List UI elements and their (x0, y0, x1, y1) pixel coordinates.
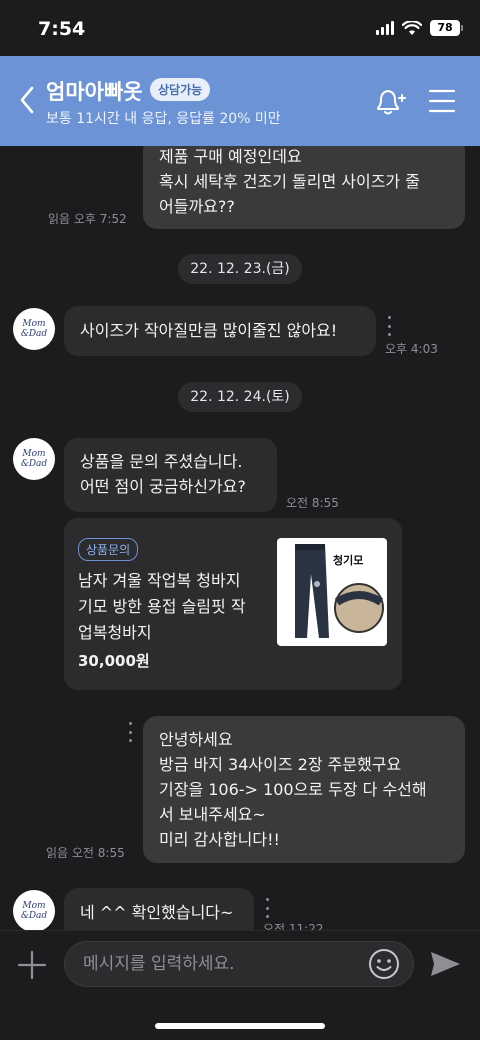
avatar[interactable]: Mom &Dad (13, 438, 55, 480)
product-name-line: 기모 방한 용접 슬림핏 작 (78, 597, 246, 616)
product-name-line: 남자 겨울 작업복 청바지 (78, 571, 241, 590)
message-bubble-outgoing[interactable]: 제품 구매 예정인데요 혹시 세탁후 건조기 돌리면 사이즈가 줄 어들까요?? (143, 146, 465, 229)
product-price: 30,000원 (78, 652, 150, 670)
status-time: 7:54 (38, 18, 86, 40)
send-icon[interactable] (428, 949, 462, 979)
product-name: 남자 겨울 작업복 청바지 기모 방한 용접 슬림핏 작 업복청바지 (78, 568, 264, 646)
status-badge: 상담가능 (150, 78, 211, 101)
shop-name[interactable]: 엄마아빠옷 (46, 76, 143, 106)
back-icon[interactable] (14, 82, 42, 118)
avatar[interactable]: Mom &Dad (13, 890, 55, 930)
date-divider: 22. 12. 23.(금) (178, 254, 302, 284)
date-divider: 22. 12. 24.(토) (178, 382, 302, 412)
message-input-bar (0, 930, 480, 1040)
message-input[interactable] (64, 941, 414, 987)
emoji-icon[interactable] (368, 948, 400, 980)
avatar-text: Mom (22, 449, 46, 459)
more-options-icon[interactable] (385, 316, 393, 336)
message-bubble-incoming[interactable]: 상품을 문의 주셨습니다. 어떤 점이 궁금하신가요? (64, 438, 277, 512)
plus-icon[interactable] (16, 949, 48, 981)
avatar[interactable]: Mom &Dad (13, 308, 55, 350)
message-line: 어들까요?? (159, 197, 235, 216)
more-options-icon[interactable] (263, 898, 271, 918)
message-meta: 읽음 오전 8:55 (46, 846, 125, 860)
notification-add-icon[interactable] (372, 86, 406, 118)
avatar-text: &Dad (20, 459, 48, 469)
message-line: 방금 바지 34사이즈 2장 주문했구요 (159, 755, 402, 774)
message-meta: 오후 4:03 (385, 342, 438, 356)
message-bubble-incoming[interactable]: 네 ^^ 확인했습니다~ (64, 888, 254, 930)
status-icons: 78 (376, 20, 463, 36)
wifi-icon (402, 20, 422, 35)
message-line: 혹시 세탁후 건조기 돌리면 사이즈가 줄 (159, 172, 420, 191)
message-line: 어떤 점이 궁금하신가요? (80, 477, 246, 496)
message-meta: 오전 8:55 (286, 496, 339, 510)
message-line: 상품을 문의 주셨습니다. (80, 452, 243, 471)
product-image[interactable]: 청기모 (277, 538, 387, 646)
avatar-text: &Dad (20, 911, 48, 921)
chat-messages[interactable]: 제품 구매 예정인데요 혹시 세탁후 건조기 돌리면 사이즈가 줄 어들까요??… (0, 146, 480, 930)
message-bubble-incoming[interactable]: 사이즈가 작아질만큼 많이줄진 않아요! (64, 306, 376, 356)
message-line: 제품 구매 예정인데요 (159, 147, 302, 166)
home-indicator (155, 1023, 325, 1029)
message-line: 기장을 106-> 100으로 두장 다 수선해 (159, 780, 427, 799)
chat-header: 엄마아빠옷 상담가능 보통 11시간 내 응답, 응답률 20% 미만 (0, 56, 480, 146)
product-card[interactable]: 상품문의 남자 겨울 작업복 청바지 기모 방한 용접 슬림핏 작 업복청바지 … (64, 518, 402, 690)
message-bubble-outgoing[interactable]: 안녕하세요 방금 바지 34사이즈 2장 주문했구요 기장을 106-> 100… (143, 716, 465, 863)
message-meta: 오전 11:22 (263, 922, 324, 930)
menu-icon[interactable] (428, 88, 456, 114)
response-info: 보통 11시간 내 응답, 응답률 20% 미만 (46, 111, 281, 127)
product-image-label: 청기모 (333, 554, 364, 567)
message-text: 사이즈가 작아질만큼 많이줄진 않아요! (80, 321, 338, 340)
product-name-line: 업복청바지 (78, 623, 152, 642)
signal-icon (376, 21, 394, 35)
message-meta: 읽음 오후 7:52 (48, 212, 127, 226)
message-line: 서 보내주세요~ (159, 805, 266, 824)
message-line: 안녕하세요 (159, 730, 233, 749)
message-text: 네 ^^ 확인했습니다~ (80, 903, 234, 922)
message-line: 미리 감사합니다!! (159, 830, 280, 849)
status-bar: 7:54 78 (0, 0, 480, 56)
avatar-text: Mom (22, 319, 46, 329)
battery-indicator: 78 (430, 20, 463, 36)
jeans-image (295, 544, 384, 638)
avatar-text: Mom (22, 901, 46, 911)
avatar-text: &Dad (20, 329, 48, 339)
product-inquiry-tag: 상품문의 (78, 538, 139, 561)
more-options-icon[interactable] (126, 722, 134, 742)
